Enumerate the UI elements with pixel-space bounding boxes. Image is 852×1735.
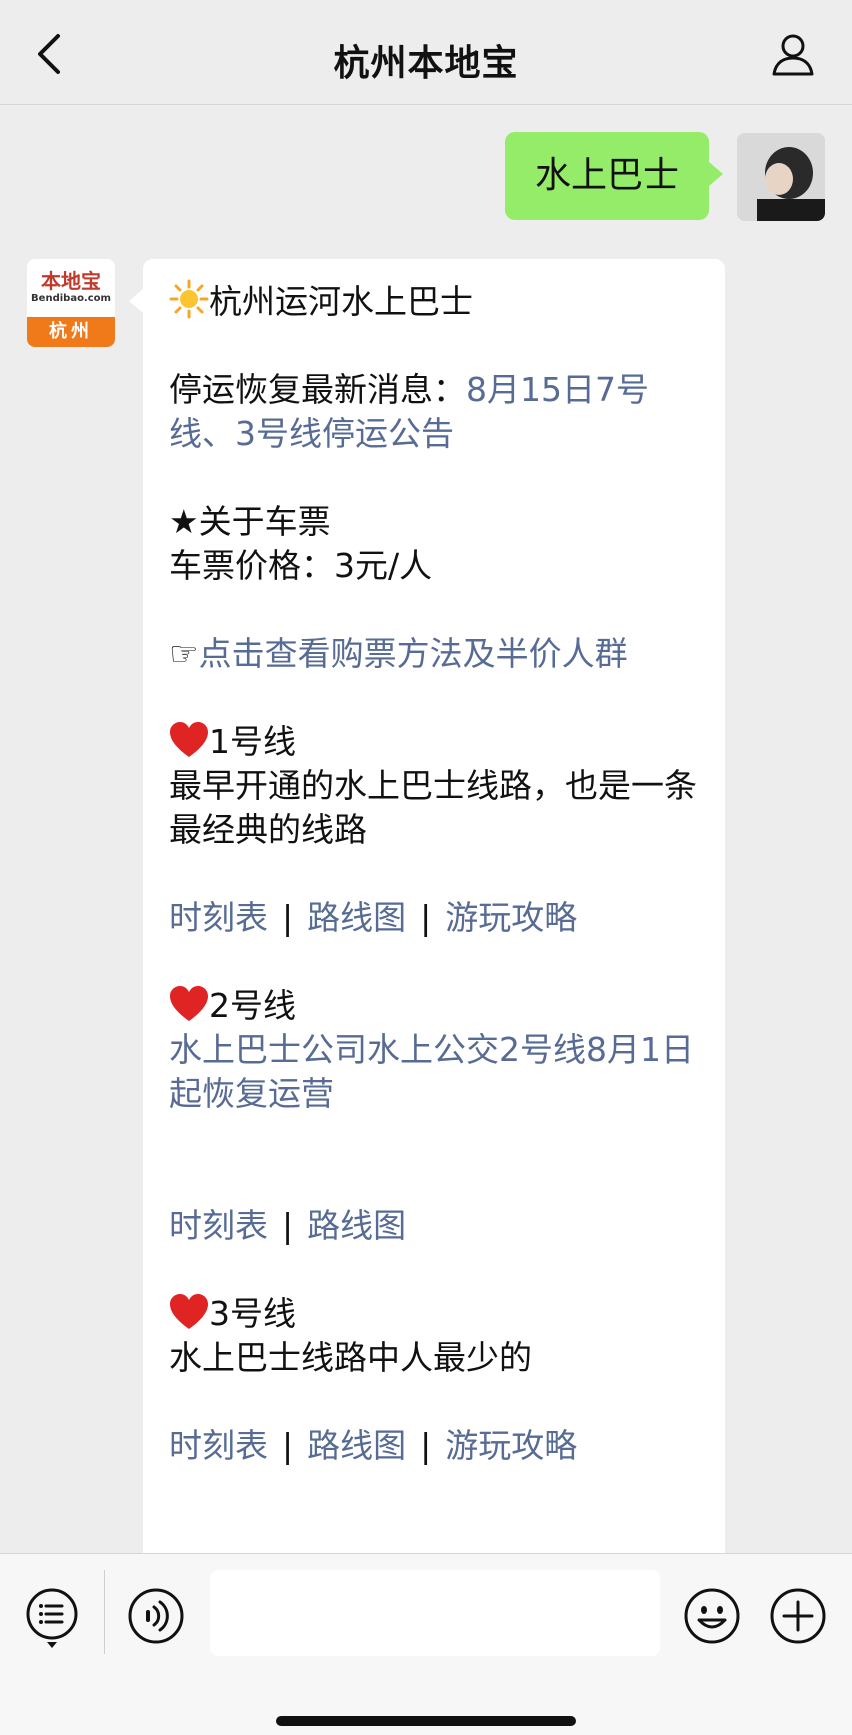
- separator: |: [282, 1206, 294, 1245]
- separator: |: [420, 1426, 432, 1465]
- line3-title-row: 3号线: [169, 1292, 699, 1336]
- line1-title: 1号线: [209, 722, 296, 761]
- separator: |: [282, 898, 294, 937]
- voice-icon[interactable]: [126, 1586, 186, 1646]
- user-avatar[interactable]: [737, 133, 825, 221]
- line2-title-row: 2号线: [169, 984, 699, 1028]
- logo-city: 杭州: [27, 317, 115, 347]
- message-title-row: 杭州运河水上巴士: [169, 279, 699, 324]
- person-icon[interactable]: [770, 32, 816, 78]
- notice-row: 停运恢复最新消息：8月15日7号线、3号线停运公告: [169, 368, 699, 456]
- message-body: 杭州运河水上巴士 停运恢复最新消息：8月15日7号线、3号线停运公告 ★关于车票…: [169, 279, 699, 1468]
- logo-top: 本地宝 Bendibao.com: [27, 259, 115, 317]
- line1-desc: 最早开通的水上巴士线路，也是一条最经典的线路: [169, 766, 697, 849]
- plus-icon[interactable]: [768, 1586, 828, 1646]
- line1-route-map-link[interactable]: 路线图: [307, 898, 406, 937]
- input-bar: [0, 1553, 852, 1735]
- home-indicator: [276, 1716, 576, 1726]
- divider: [104, 1570, 105, 1654]
- emoji-icon[interactable]: [682, 1586, 742, 1646]
- message-title: 杭州运河水上巴士: [209, 282, 473, 321]
- message-input[interactable]: [210, 1570, 660, 1656]
- page-title: 杭州本地宝: [333, 43, 519, 84]
- logo-name: 本地宝: [41, 269, 101, 293]
- user-avatar-image: [737, 133, 825, 221]
- ticket-link[interactable]: 点击查看购票方法及半价人群: [199, 634, 628, 673]
- logo-site: Bendibao.com: [31, 293, 111, 304]
- menu-icon[interactable]: [24, 1586, 80, 1650]
- notice-label: 停运恢复最新消息：: [169, 370, 466, 409]
- line3-desc: 水上巴士线路中人最少的: [169, 1338, 532, 1377]
- line1-links: 时刻表 | 路线图 | 游玩攻略: [169, 896, 699, 940]
- line3-title: 3号线: [209, 1294, 296, 1333]
- line1-title-row: 1号线: [169, 720, 699, 764]
- outgoing-message-bubble[interactable]: 水上巴士: [505, 132, 723, 220]
- line2-timetable-link[interactable]: 时刻表: [169, 1206, 268, 1245]
- line2-route-map-link[interactable]: 路线图: [307, 1206, 406, 1245]
- outgoing-message-text: 水上巴士: [534, 155, 679, 196]
- heart-icon: [170, 722, 208, 757]
- line1-guide-link[interactable]: 游玩攻略: [445, 898, 577, 937]
- heart-icon: [170, 1294, 208, 1329]
- line2-news-link[interactable]: 水上巴士公司水上公交2号线8月1日起恢复运营: [169, 1028, 699, 1116]
- incoming-message-bubble[interactable]: 杭州运河水上巴士 停运恢复最新消息：8月15日7号线、3号线停运公告 ★关于车票…: [129, 259, 725, 1553]
- account-avatar[interactable]: 本地宝 Bendibao.com 杭州: [27, 259, 115, 347]
- pointing-hand-icon: ☞: [169, 634, 199, 673]
- line2-links: 时刻表 | 路线图: [169, 1204, 699, 1248]
- line2-title: 2号线: [209, 986, 296, 1025]
- line1-timetable-link[interactable]: 时刻表: [169, 898, 268, 937]
- ticket-price: 车票价格：3元/人: [169, 546, 433, 585]
- separator: |: [420, 898, 432, 937]
- heart-icon: [170, 986, 208, 1021]
- nav-header: 杭州本地宝: [0, 0, 852, 105]
- chat-area[interactable]: 水上巴士 本地宝 Bendibao.com 杭州 杭州运河水上巴士 停运恢复最新…: [0, 105, 852, 1553]
- line3-links: 时刻表 | 路线图 | 游玩攻略: [169, 1424, 699, 1468]
- line3-route-map-link[interactable]: 路线图: [307, 1426, 406, 1465]
- sun-icon: [169, 279, 209, 319]
- line3-guide-link[interactable]: 游玩攻略: [445, 1426, 577, 1465]
- line3-timetable-link[interactable]: 时刻表: [169, 1426, 268, 1465]
- separator: |: [282, 1426, 294, 1465]
- ticket-heading: ★关于车票: [169, 502, 331, 541]
- ticket-link-row: ☞点击查看购票方法及半价人群: [169, 632, 699, 676]
